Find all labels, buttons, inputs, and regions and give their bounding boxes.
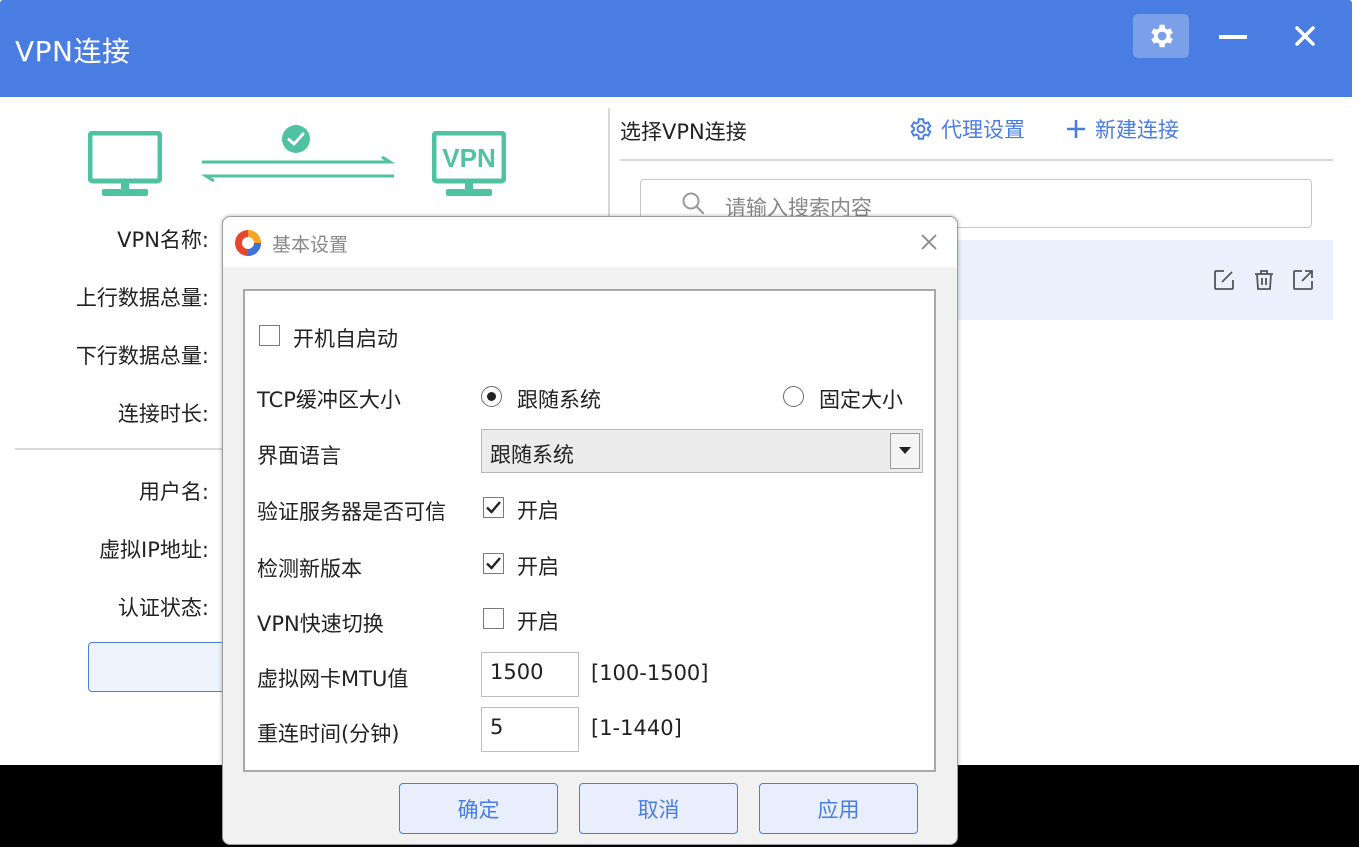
minimize-button[interactable] [1210, 22, 1256, 52]
apply-button[interactable]: 应用 [759, 783, 918, 834]
checkmark-icon [486, 557, 501, 570]
field-label-virtual-ip: 虚拟IP地址: [99, 538, 209, 562]
dialog-close-icon[interactable] [917, 230, 941, 254]
tcp-buffer-label: TCP缓冲区大小 [257, 388, 401, 412]
settings-button[interactable] [1133, 14, 1189, 58]
minimize-icon [1219, 35, 1247, 39]
edit-icon[interactable] [1212, 268, 1236, 292]
proxy-settings-link[interactable]: 代理设置 [907, 114, 1025, 144]
field-label-duration: 连接时长: [117, 402, 209, 426]
check-update-text: 开启 [517, 555, 559, 579]
reconnect-label: 重连时间(分钟) [257, 722, 400, 746]
field-label-vpn-name: VPN名称: [117, 228, 209, 252]
vpn-server-label: VPN [442, 143, 495, 173]
window-edge [1352, 0, 1359, 765]
dialog-title: 基本设置 [272, 234, 349, 256]
tcp-follow-system-label: 跟随系统 [517, 388, 601, 412]
radio-selected-dot [487, 392, 496, 401]
language-select[interactable]: 跟随系统 [481, 429, 923, 473]
fast-switch-label: VPN快速切换 [257, 612, 384, 636]
tcp-fixed-size-radio[interactable] [783, 386, 804, 407]
trash-icon[interactable] [1252, 268, 1276, 292]
reconnect-range: [1-1440] [591, 716, 682, 740]
mtu-range: [100-1500] [591, 661, 709, 685]
ok-button[interactable]: 确定 [399, 783, 558, 834]
autostart-checkbox[interactable] [259, 325, 280, 346]
new-connection-label: 新建连接 [1095, 118, 1179, 142]
mtu-input[interactable]: 1500 [481, 652, 579, 697]
new-connection-link[interactable]: 新建连接 [1065, 114, 1179, 144]
field-label-username: 用户名: [138, 480, 209, 504]
field-label-auth-status: 认证状态: [117, 596, 209, 620]
plus-icon [1067, 120, 1085, 138]
select-vpn-title: 选择VPN连接 [620, 120, 747, 144]
checkmark-icon [486, 501, 501, 514]
external-link-icon[interactable] [1291, 268, 1315, 292]
cancel-button[interactable]: 取消 [579, 783, 738, 834]
language-value: 跟随系统 [490, 443, 574, 467]
vpn-server-icon: VPN [432, 131, 506, 196]
transfer-arrows-icon [200, 156, 396, 182]
close-icon [1295, 26, 1315, 46]
fast-switch-text: 开启 [517, 610, 559, 634]
reconnect-input[interactable]: 5 [481, 707, 579, 752]
close-button[interactable] [1283, 20, 1327, 52]
field-label-upload-total: 上行数据总量: [75, 286, 209, 310]
check-update-label: 检测新版本 [257, 557, 362, 581]
header-divider [620, 159, 1333, 161]
app-title: VPN连接 [15, 35, 131, 68]
fast-switch-checkbox[interactable] [483, 608, 504, 629]
verify-server-label: 验证服务器是否可信 [257, 500, 446, 524]
gear-icon [1151, 24, 1173, 48]
proxy-settings-label: 代理设置 [941, 118, 1025, 142]
autostart-label: 开机自启动 [293, 327, 398, 351]
tcp-follow-system-radio[interactable] [481, 386, 502, 407]
app-logo-icon [235, 230, 261, 256]
chevron-down-icon [899, 447, 911, 454]
verify-server-text: 开启 [517, 499, 559, 523]
check-circle-icon [282, 125, 310, 153]
mtu-label: 虚拟网卡MTU值 [257, 667, 409, 691]
tcp-fixed-size-label: 固定大小 [819, 388, 903, 412]
language-label: 界面语言 [257, 444, 341, 468]
settings-panel: 开机自启动 TCP缓冲区大小 跟随系统 固定大小 界面语言 跟随系统 验证服务器… [243, 289, 936, 772]
field-label-download-total: 下行数据总量: [75, 344, 209, 368]
title-bar: VPN连接 [0, 0, 1352, 97]
search-icon [682, 192, 705, 215]
monitor-icon [88, 131, 162, 196]
dialog-title-bar: 基本设置 [223, 217, 957, 267]
settings-outline-icon [910, 118, 932, 140]
dropdown-button[interactable] [890, 433, 920, 469]
check-update-checkbox[interactable] [483, 553, 504, 574]
verify-server-checkbox[interactable] [483, 497, 504, 518]
basic-settings-dialog: 基本设置 开机自启动 TCP缓冲区大小 跟随系统 固定大小 界面语言 跟随系统 … [222, 216, 958, 845]
